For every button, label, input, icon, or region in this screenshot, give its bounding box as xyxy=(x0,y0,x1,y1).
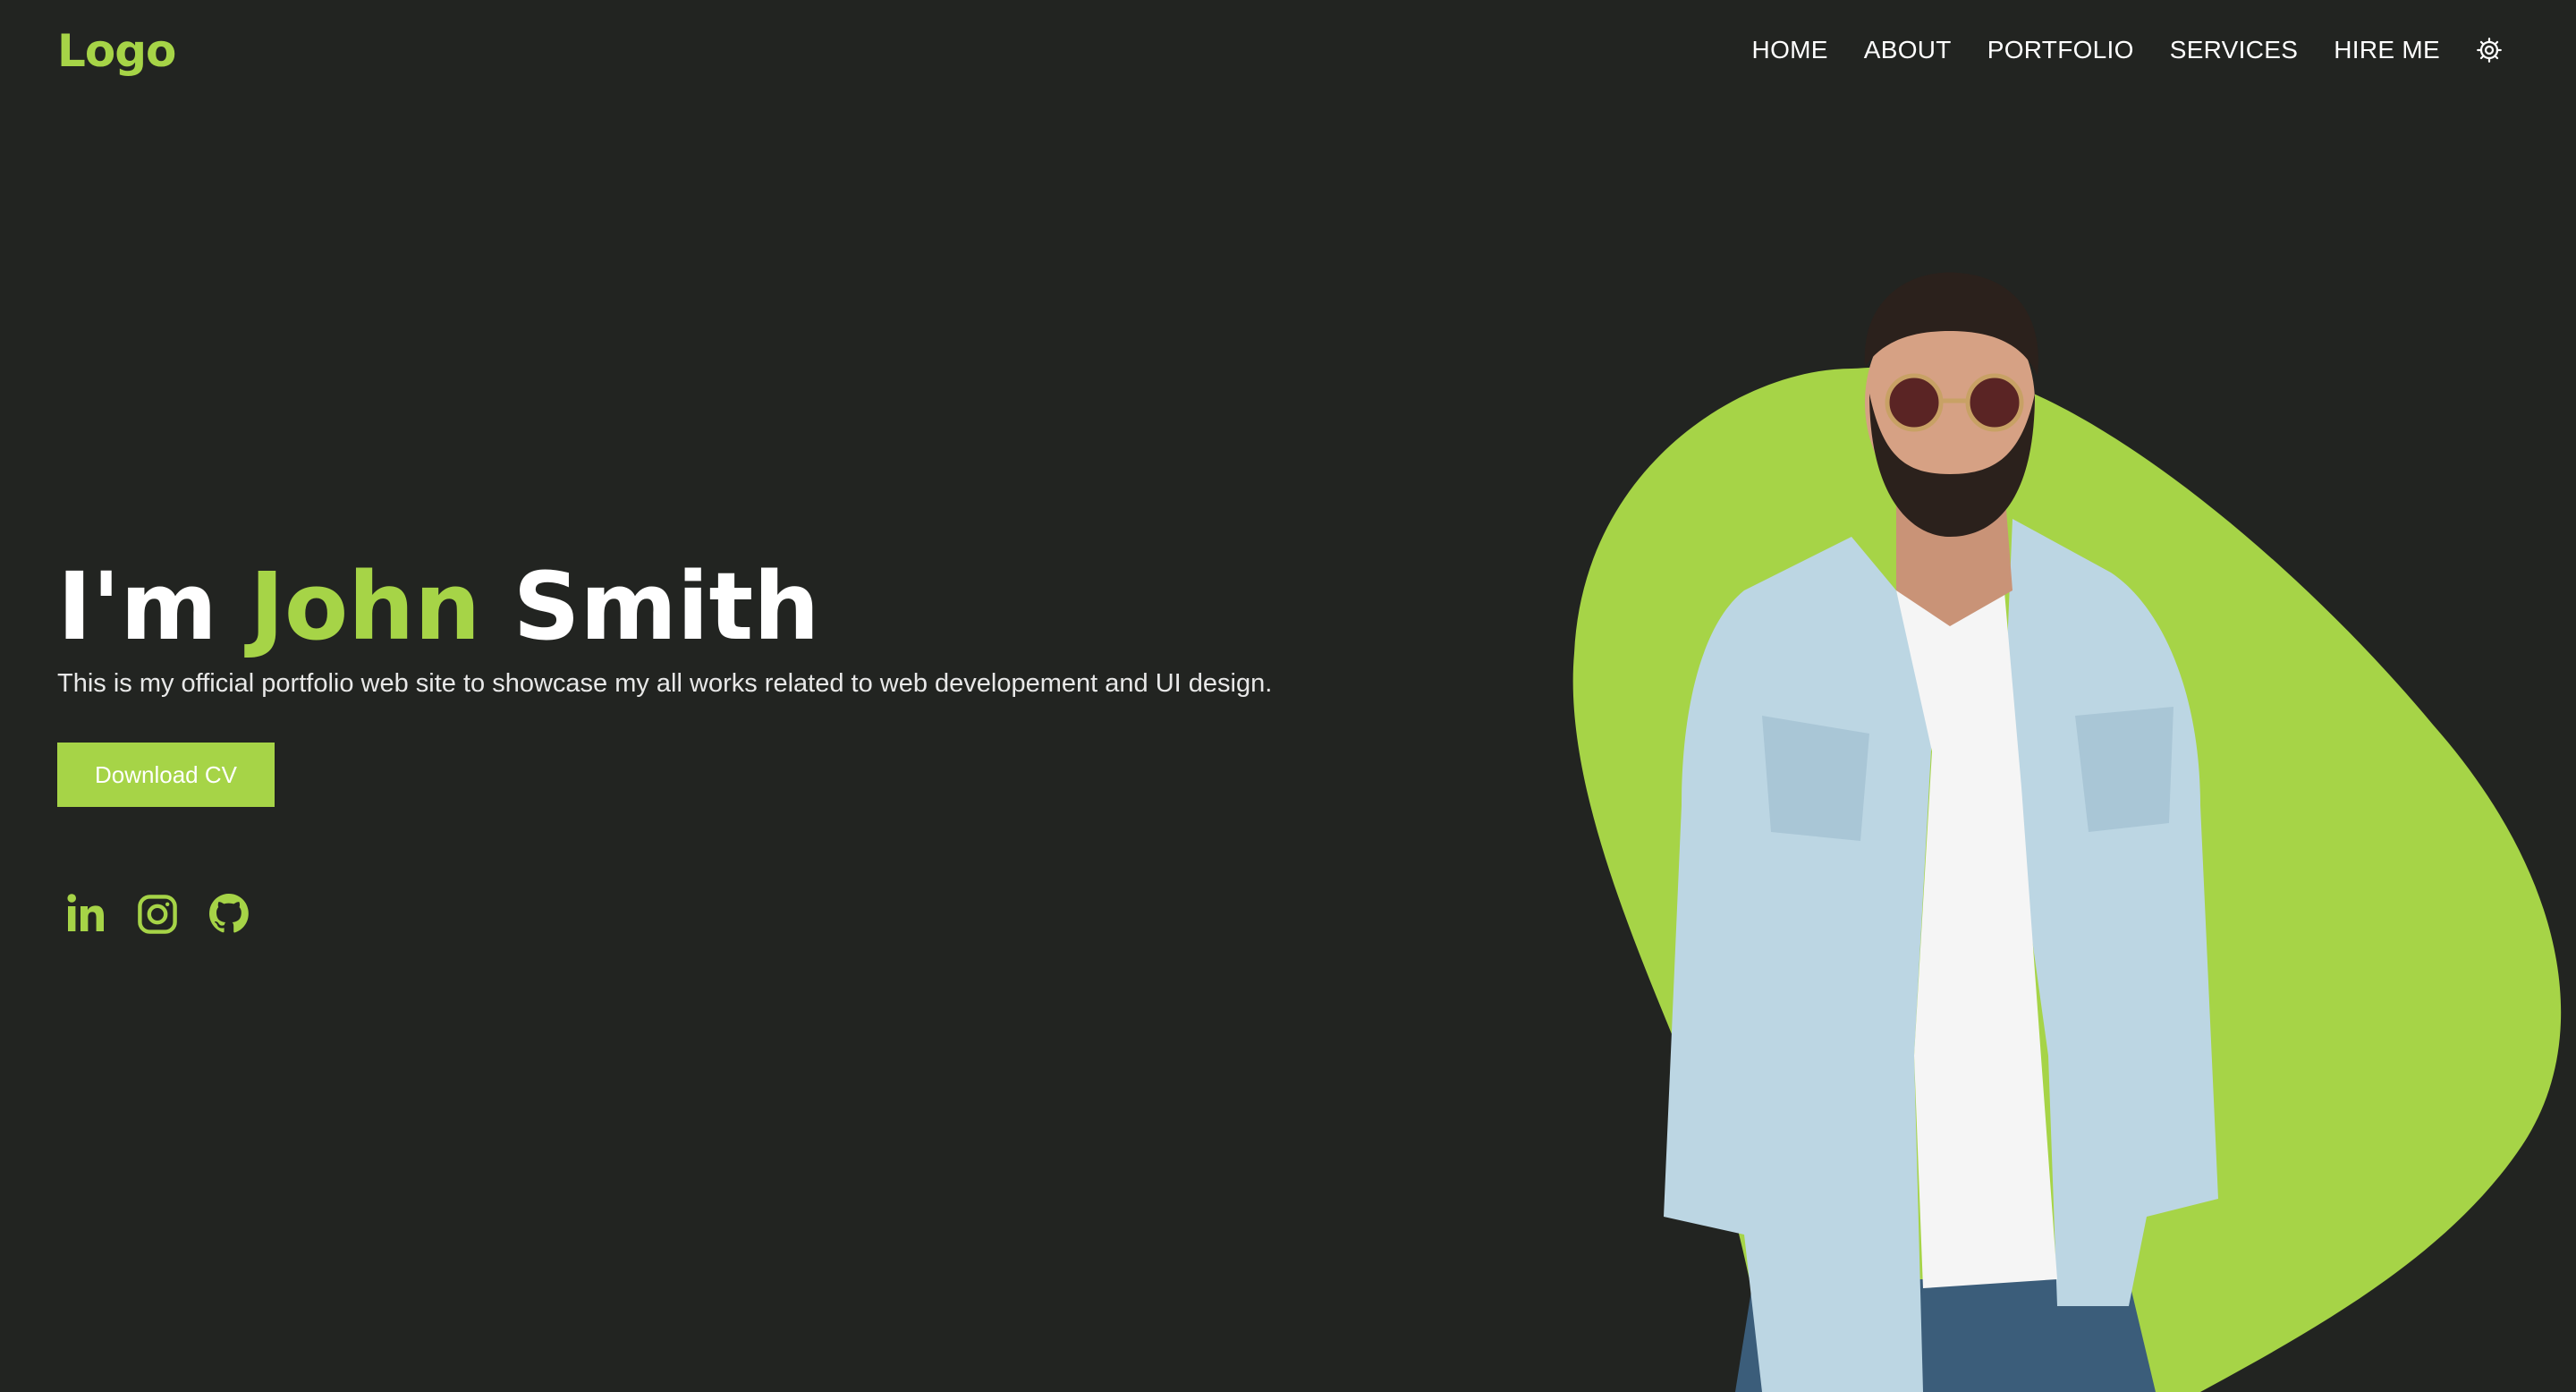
nav-about[interactable]: ABOUT xyxy=(1864,36,1952,64)
portrait-image xyxy=(1664,272,2218,1392)
nav-services[interactable]: SERVICES xyxy=(2170,36,2299,64)
github-icon[interactable] xyxy=(208,891,250,938)
nav-home[interactable]: HOME xyxy=(1752,36,1828,64)
nav-portfolio[interactable]: PORTFOLIO xyxy=(1987,36,2134,64)
hero-title: I'm John Smith xyxy=(57,553,819,660)
gear-icon[interactable] xyxy=(2476,37,2503,64)
title-first-name: John xyxy=(250,552,481,661)
nav-hire-me[interactable]: HIRE ME xyxy=(2334,36,2440,64)
hero-subtitle: This is my official portfolio web site t… xyxy=(57,669,1273,698)
main-nav: HOME ABOUT PORTFOLIO SERVICES HIRE ME xyxy=(1752,36,2503,64)
logo[interactable]: Logo xyxy=(57,25,176,77)
instagram-icon[interactable] xyxy=(136,891,179,938)
download-cv-button[interactable]: Download CV xyxy=(57,743,275,807)
social-links xyxy=(64,891,250,938)
title-last-name: Smith xyxy=(513,552,820,661)
linkedin-icon[interactable] xyxy=(64,891,107,938)
title-prefix: I'm xyxy=(57,552,217,661)
